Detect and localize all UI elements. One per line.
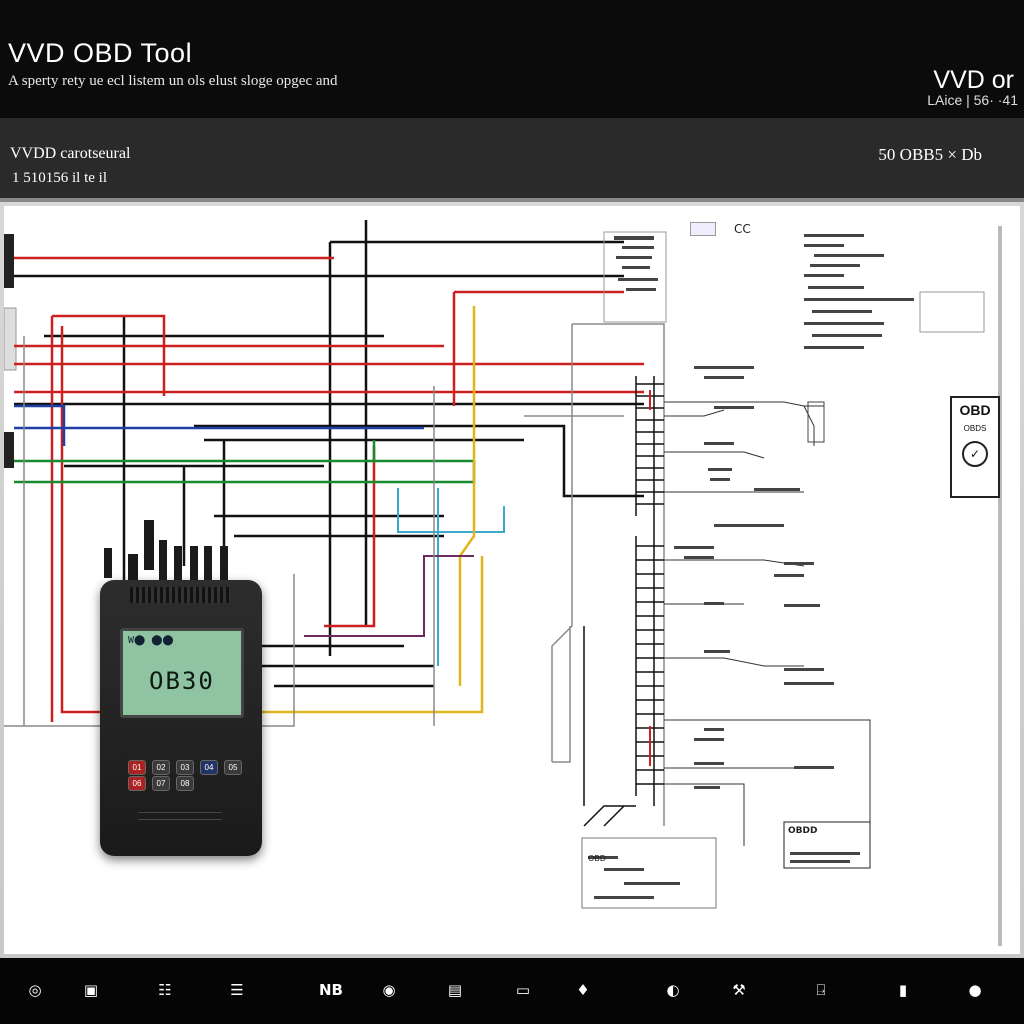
cable-plug bbox=[144, 520, 154, 570]
cable-plug bbox=[104, 548, 112, 578]
nb-icon[interactable]: NB bbox=[318, 980, 344, 1000]
info-box-lines bbox=[588, 852, 860, 899]
device-key[interactable]: 02 bbox=[152, 760, 170, 775]
cable-plug bbox=[174, 546, 182, 580]
cable-plug bbox=[204, 546, 212, 580]
app-title: VVD OBD Tool bbox=[8, 38, 193, 68]
left-connector bbox=[4, 234, 14, 288]
tools-icon[interactable]: ⚒ bbox=[726, 980, 752, 1000]
canvas-top-label[interactable]: CC bbox=[734, 222, 751, 236]
right-gray-bar bbox=[998, 226, 1002, 946]
label-bars bbox=[614, 234, 914, 789]
device-grill bbox=[130, 587, 230, 603]
obd-sublabel: OBDS bbox=[963, 424, 987, 433]
device-keypad: 01 02 03 04 05 bbox=[128, 760, 242, 775]
device-key[interactable]: 04 bbox=[200, 760, 218, 775]
cable-plug bbox=[128, 554, 138, 580]
device-key[interactable]: 07 bbox=[152, 776, 170, 791]
screen-reading: OB30 bbox=[149, 667, 215, 695]
brand-code: LAice | 56· ·41 bbox=[927, 92, 1018, 108]
car-icon[interactable]: ◉ bbox=[376, 980, 402, 1000]
device-key[interactable]: 03 bbox=[176, 760, 194, 775]
subheader-bar bbox=[0, 118, 1024, 198]
obd-box-title: OBDD bbox=[788, 826, 818, 836]
device-key[interactable]: 01 bbox=[128, 760, 146, 775]
photo-icon[interactable]: ▤ bbox=[442, 980, 468, 1000]
screen-status: W⬤ ⬤⬤ bbox=[128, 635, 174, 646]
zoom-control[interactable] bbox=[690, 222, 716, 236]
left-clamp bbox=[4, 307, 17, 371]
device-icon[interactable]: ☰ bbox=[224, 980, 250, 1000]
obd-logo: OBD bbox=[959, 402, 991, 418]
device-cable-plugs bbox=[104, 520, 228, 580]
device-keypad-row2: 06 07 08 bbox=[128, 776, 194, 791]
left-connector bbox=[4, 432, 14, 468]
connector-comb bbox=[583, 376, 664, 827]
info-box-title: OBD bbox=[588, 854, 606, 863]
gauge-icon[interactable]: ◐ bbox=[660, 980, 686, 1000]
checkmark-icon: ✓ bbox=[962, 441, 988, 467]
obd-scanner-device: W⬤ ⬤⬤ OB30 01 02 03 04 05 06 07 08 bbox=[100, 580, 262, 856]
app-subtitle: A sperty rety ue ecl listem un ols elust… bbox=[8, 73, 338, 89]
device-key[interactable]: 05 bbox=[224, 760, 242, 775]
link-icon[interactable]: ▭ bbox=[510, 980, 536, 1000]
engine-icon[interactable]: ♦ bbox=[570, 980, 596, 1000]
cable-plug bbox=[190, 546, 198, 580]
green-wires bbox=[14, 440, 476, 484]
cyan-wire bbox=[397, 488, 505, 666]
subheader-right-label[interactable]: 50 OBB5 × Db bbox=[878, 145, 982, 165]
note-box bbox=[919, 291, 985, 333]
subheader-count: 1 510156 il te il bbox=[12, 170, 107, 186]
device-key[interactable]: 08 bbox=[176, 776, 194, 791]
device-key[interactable]: 06 bbox=[128, 776, 146, 791]
obd-logo-card: OBD OBDS ✓ bbox=[950, 396, 1000, 498]
valve-part bbox=[807, 401, 825, 443]
help-icon[interactable]: ● bbox=[962, 980, 988, 1000]
subheader-title: VVDD carotseural bbox=[10, 145, 131, 162]
chart-icon[interactable]: ⍈ bbox=[808, 980, 834, 1000]
device-screen: W⬤ ⬤⬤ OB30 bbox=[120, 628, 244, 718]
scanner-icon[interactable]: ▣ bbox=[78, 980, 104, 1000]
brand-logo: VVD or bbox=[933, 66, 1014, 94]
cable-plug bbox=[220, 546, 228, 580]
yellow-wires bbox=[254, 306, 484, 714]
monitor-icon[interactable]: ◎ bbox=[22, 980, 48, 1000]
settings-icon[interactable]: ☷ bbox=[152, 980, 178, 1000]
leader-lines bbox=[664, 401, 871, 846]
battery-icon[interactable]: ▮ bbox=[890, 980, 916, 1000]
device-vent bbox=[138, 812, 222, 820]
cable-plug bbox=[159, 540, 167, 580]
